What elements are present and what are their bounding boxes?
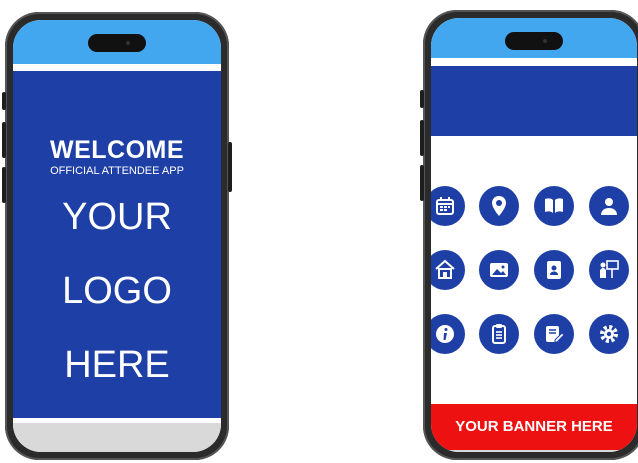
logo-placeholder-line: HERE: [64, 344, 170, 386]
presenter-icon[interactable]: [589, 250, 629, 290]
user-icon[interactable]: [589, 186, 629, 226]
location-pin-icon[interactable]: [479, 186, 519, 226]
logo-placeholder-line: LOGO: [62, 270, 172, 312]
welcome-phone-mockup: WELCOME OFFICIAL ATTENDEE APP YOUR LOGO …: [2, 12, 232, 460]
calendar-icon[interactable]: [431, 186, 465, 226]
banner-placeholder[interactable]: YOUR BANNER HERE: [431, 404, 637, 450]
image-icon[interactable]: [479, 250, 519, 290]
phone-notch: [505, 32, 563, 50]
phone-side-button: [2, 92, 6, 110]
home-phone-mockup: YOUR BANNER HERE: [420, 10, 638, 460]
contacts-icon[interactable]: [534, 250, 574, 290]
footer-bar: [431, 450, 637, 452]
footer-bar: [13, 423, 221, 452]
home-icon[interactable]: [431, 250, 465, 290]
header-bar: [431, 66, 637, 136]
home-screen: YOUR BANNER HERE: [431, 18, 637, 452]
phone-side-button: [420, 165, 424, 201]
divider: [431, 58, 637, 66]
phone-side-button: [2, 122, 6, 158]
info-icon[interactable]: [431, 314, 465, 354]
divider: [13, 64, 221, 71]
phone-side-button: [2, 167, 6, 203]
welcome-title: WELCOME: [49, 136, 185, 164]
gear-icon[interactable]: [589, 314, 629, 354]
book-icon[interactable]: [534, 186, 574, 226]
welcome-subtitle: OFFICIAL ATTENDEE APP: [50, 165, 184, 177]
phone-notch: [88, 34, 146, 52]
phone-side-button: [420, 90, 424, 108]
phone-side-button: [420, 120, 424, 156]
logo-placeholder-line: YOUR: [62, 196, 172, 238]
phone-side-button: [228, 142, 232, 192]
welcome-screen: WELCOME OFFICIAL ATTENDEE APP YOUR LOGO …: [13, 20, 221, 452]
icon-grid: [431, 136, 637, 404]
notes-edit-icon[interactable]: [534, 314, 574, 354]
clipboard-icon[interactable]: [479, 314, 519, 354]
